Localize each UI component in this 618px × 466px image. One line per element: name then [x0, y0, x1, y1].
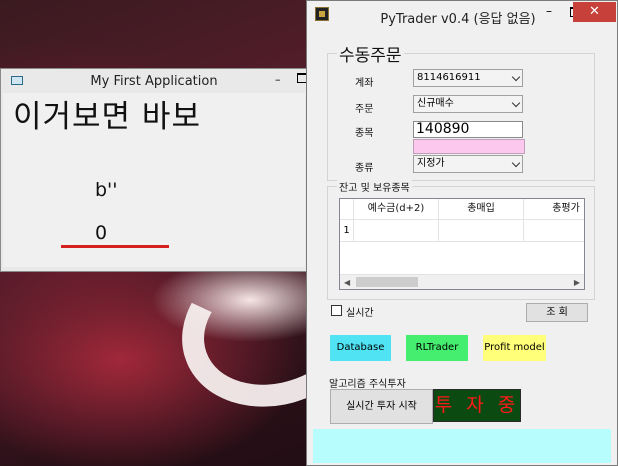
- price-type-value: 지정가: [417, 158, 445, 169]
- inquiry-button[interactable]: 조 회: [526, 303, 588, 322]
- chevron-down-icon: [511, 98, 521, 108]
- first-application-window: My First Application – 이거보면 바보 b'' 0: [0, 68, 308, 272]
- price-type-combo[interactable]: 지정가: [413, 155, 523, 173]
- account-combo[interactable]: 8114616911: [413, 69, 523, 87]
- pytrader-window: PyTrader v0.4 (응답 없음) – ✕ 수동주문 계좌 811461…: [306, 0, 618, 466]
- status-bar: [313, 429, 611, 463]
- price-type-label: 종류: [355, 163, 374, 174]
- value-label: 0: [95, 222, 108, 244]
- app-window-icon: [315, 7, 329, 21]
- realtime-checkbox[interactable]: [331, 305, 342, 316]
- stock-name-field[interactable]: [413, 139, 525, 154]
- bytes-label: b'': [95, 179, 118, 201]
- database-button[interactable]: Database: [330, 335, 391, 361]
- window-client-area: 이거보면 바보 b'' 0: [3, 93, 305, 267]
- stock-code-input[interactable]: 140890: [413, 121, 523, 138]
- chevron-down-icon: [511, 158, 521, 168]
- table-cell[interactable]: [439, 220, 524, 242]
- start-realtime-button[interactable]: 실시간 투자 시작: [330, 389, 433, 424]
- order-type-value: 신규매수: [417, 98, 454, 109]
- order-label: 주문: [355, 104, 374, 115]
- balance-table[interactable]: 예수금(d+2) 총매입 총평가 1 ◀ ▶: [339, 198, 585, 290]
- horizontal-scrollbar[interactable]: ◀ ▶: [340, 274, 584, 289]
- chevron-down-icon: [511, 72, 521, 82]
- realtime-label: 실시간: [346, 308, 374, 319]
- table-corner: [340, 199, 354, 220]
- account-label: 계좌: [355, 78, 374, 89]
- column-header[interactable]: 총매입: [439, 199, 524, 220]
- scrollbar-thumb[interactable]: [356, 277, 418, 287]
- manual-order-title: 수동주문: [337, 41, 404, 66]
- window-title-bar[interactable]: PyTrader v0.4 (응답 없음) – ✕: [307, 1, 617, 29]
- close-icon: ✕: [589, 4, 600, 19]
- window-title: My First Application: [90, 74, 218, 89]
- scroll-right-icon[interactable]: ▶: [574, 278, 580, 287]
- column-header[interactable]: 예수금(d+2): [354, 199, 439, 220]
- holdings-title: 잔고 및 보유종목: [337, 179, 412, 194]
- account-value: 8114616911: [417, 72, 481, 83]
- scroll-left-icon[interactable]: ◀: [344, 278, 350, 287]
- underline-bar: [61, 245, 169, 248]
- minimize-button[interactable]: –: [536, 2, 562, 22]
- window-title-bar[interactable]: My First Application –: [1, 69, 308, 93]
- large-label: 이거보면 바보: [13, 99, 201, 135]
- rltrader-button[interactable]: RLTrader: [406, 335, 468, 361]
- stock-label: 종목: [355, 128, 374, 139]
- table-cell[interactable]: [354, 220, 439, 242]
- minimize-icon[interactable]: –: [275, 73, 281, 86]
- order-type-combo[interactable]: 신규매수: [413, 95, 523, 113]
- close-button[interactable]: ✕: [573, 2, 616, 22]
- column-header[interactable]: 총평가: [524, 199, 584, 220]
- profit-model-button[interactable]: Profit model: [483, 335, 546, 361]
- row-header[interactable]: 1: [340, 220, 354, 242]
- table-cell[interactable]: [524, 220, 584, 242]
- algo-trading-label: 알고리즘 주식투자: [329, 379, 406, 390]
- investing-status-indicator: 투 자 중: [433, 389, 521, 422]
